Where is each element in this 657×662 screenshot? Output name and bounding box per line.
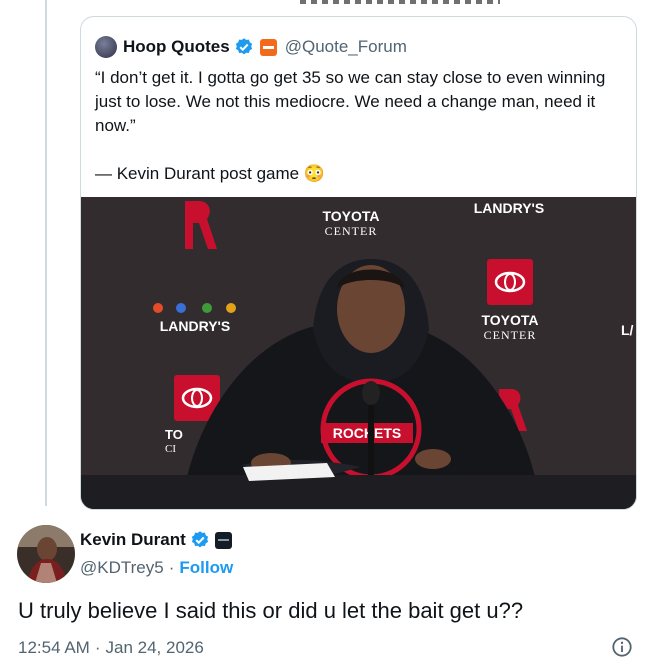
backdrop-landrys-top: LANDRY'S bbox=[474, 200, 544, 216]
backdrop-partial-left2: CI bbox=[165, 443, 176, 455]
kevin-durant-avatar[interactable] bbox=[17, 525, 75, 583]
backdrop-center-top: CENTER bbox=[325, 224, 378, 238]
tweet-date[interactable]: Jan 24, 2026 bbox=[106, 638, 204, 657]
jersey-rockets-text: ROCKETS bbox=[333, 425, 401, 441]
follow-button[interactable]: Follow bbox=[179, 558, 233, 577]
quoted-author-avatar[interactable] bbox=[95, 36, 117, 58]
thread-connector-line bbox=[45, 0, 47, 506]
cropped-previous-text bbox=[300, 0, 500, 4]
tweet-handle-row: @KDTrey5 · Follow bbox=[80, 558, 233, 578]
quoted-author-handle[interactable]: @Quote_Forum bbox=[285, 37, 407, 57]
tweet-author-row: Kevin Durant bbox=[80, 530, 232, 550]
quoted-tweet-header: Hoop Quotes @Quote_Forum bbox=[95, 35, 407, 59]
affiliate-badge-icon[interactable] bbox=[214, 531, 232, 549]
tweet-author-name[interactable]: Kevin Durant bbox=[80, 530, 186, 550]
verified-badge-icon bbox=[191, 531, 208, 548]
timestamp-separator: · bbox=[94, 638, 101, 657]
tweet-timestamp[interactable]: 12:54 AM · Jan 24, 2026 bbox=[18, 638, 204, 658]
verified-badge-icon bbox=[235, 38, 252, 55]
backdrop-toyota-right: TOYOTA bbox=[481, 312, 538, 328]
quoted-author-name[interactable]: Hoop Quotes bbox=[123, 37, 230, 57]
tweet-text: U truly believe I said this or did u let… bbox=[18, 598, 524, 623]
backdrop-partial-right: L/ bbox=[621, 322, 634, 338]
backdrop-landrys-left: LANDRY'S bbox=[160, 318, 230, 334]
quoted-tweet-card[interactable]: Hoop Quotes @Quote_Forum “I don’t get it… bbox=[80, 16, 637, 510]
tweet-time[interactable]: 12:54 AM bbox=[18, 638, 90, 657]
quoted-tweet-text: “I don’t get it. I gotta go get 35 so we… bbox=[95, 68, 606, 183]
info-icon[interactable] bbox=[611, 636, 633, 658]
backdrop-partial-left: TO bbox=[165, 427, 183, 442]
affiliate-badge-icon[interactable] bbox=[259, 38, 277, 56]
press-conference-photo[interactable]: TOYOTA CENTER LANDRY'S LANDRY'S TOYOTA C… bbox=[81, 197, 636, 509]
backdrop-center-right: CENTER bbox=[484, 328, 537, 342]
separator-dot: · bbox=[168, 558, 175, 577]
tweet-author-handle[interactable]: @KDTrey5 bbox=[80, 558, 164, 577]
backdrop-toyota-top: TOYOTA bbox=[322, 208, 379, 224]
